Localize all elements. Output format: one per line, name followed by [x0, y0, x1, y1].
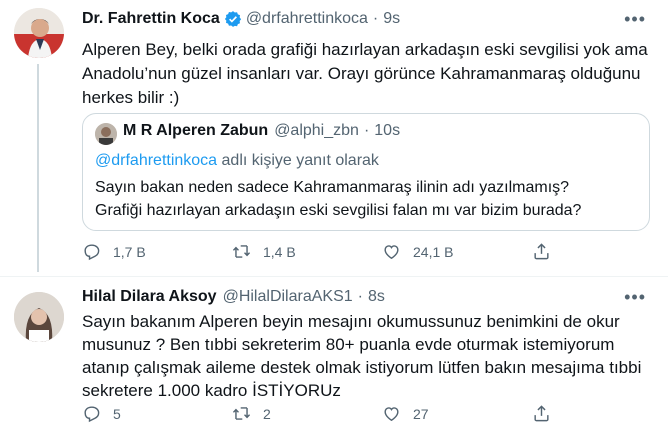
- reply-to-handle[interactable]: @drfahrettinkoca: [95, 152, 217, 169]
- share-button[interactable]: [532, 242, 551, 266]
- thread-line: [37, 64, 39, 272]
- reply-text: Sayın bakanım Alperen beyin mesajını oku…: [82, 312, 642, 400]
- reply-author-avatar[interactable]: [14, 292, 64, 342]
- like-button[interactable]: 24,1 B: [382, 242, 532, 261]
- separator-dot: ·: [357, 288, 363, 305]
- reply-author-name[interactable]: Hilal Dilara Aksoy: [82, 288, 217, 306]
- reply-time[interactable]: 8s: [368, 288, 385, 306]
- reply-icon: [84, 244, 100, 261]
- more-icon[interactable]: •••: [624, 9, 646, 30]
- tweet-actions: 1,7 B 1,4 B 24,1 B: [82, 242, 532, 261]
- tweet-header: Dr. Fahrettin Koca @drfahrettinkoca · 9s: [82, 8, 400, 30]
- quoted-tweet[interactable]: M R Alperen Zabun @alphi_zbn · 10s @drfa…: [82, 113, 650, 231]
- quoted-author-handle: @alphi_zbn: [274, 122, 359, 139]
- separator-dot: ·: [363, 122, 370, 139]
- reply-to-suffix: adlı kişiye yanıt olarak: [217, 152, 379, 169]
- share-button[interactable]: [532, 404, 551, 428]
- author-avatar[interactable]: [14, 8, 64, 58]
- like-count: 24,1 B: [413, 243, 454, 260]
- author-handle[interactable]: @drfahrettinkoca: [246, 10, 368, 28]
- retweet-count: 1,4 B: [263, 243, 296, 260]
- retweet-button[interactable]: 1,4 B: [232, 242, 382, 261]
- quoted-text: Sayın bakan neden sadece Kahramanmaraş i…: [95, 179, 582, 219]
- reply-author-handle[interactable]: @HilalDilaraAKS1: [223, 288, 353, 306]
- reply-count: 5: [113, 405, 121, 422]
- retweet-icon: [232, 245, 251, 258]
- retweet-button[interactable]: 2: [232, 404, 382, 423]
- verified-badge-icon: [224, 11, 241, 27]
- reply-actions: 5 2 27: [82, 404, 532, 423]
- like-count: 27: [413, 405, 429, 422]
- author-name[interactable]: Dr. Fahrettin Koca: [82, 10, 220, 28]
- quoted-time: 10s: [374, 122, 401, 139]
- reply-button[interactable]: 1,7 B: [82, 242, 232, 261]
- reply-header: Hilal Dilara Aksoy @HilalDilaraAKS1 · 8s: [82, 286, 385, 308]
- share-icon: [534, 405, 549, 422]
- tweet-text: Alperen Bey, belki orada grafiği hazırla…: [82, 40, 648, 107]
- quoted-author-name: M R Alperen Zabun: [123, 122, 269, 139]
- heart-icon: [384, 407, 399, 422]
- quoted-avatar: [95, 123, 117, 145]
- reply-icon: [84, 406, 100, 423]
- like-button[interactable]: 27: [382, 404, 532, 423]
- retweet-count: 2: [263, 405, 271, 422]
- reply-count: 1,7 B: [113, 243, 146, 260]
- retweet-icon: [232, 407, 251, 420]
- tweet-time[interactable]: 9s: [383, 10, 400, 28]
- separator-dot: ·: [372, 10, 379, 27]
- share-icon: [534, 243, 549, 260]
- quoted-reply-context: @drfahrettinkoca adlı kişiye yanıt olara…: [95, 152, 379, 170]
- heart-icon: [384, 245, 399, 260]
- reply-button[interactable]: 5: [82, 404, 232, 423]
- quoted-header: M R Alperen Zabun @alphi_zbn · 10s: [123, 122, 400, 140]
- more-icon[interactable]: •••: [624, 287, 646, 308]
- tweet-divider: [0, 276, 668, 277]
